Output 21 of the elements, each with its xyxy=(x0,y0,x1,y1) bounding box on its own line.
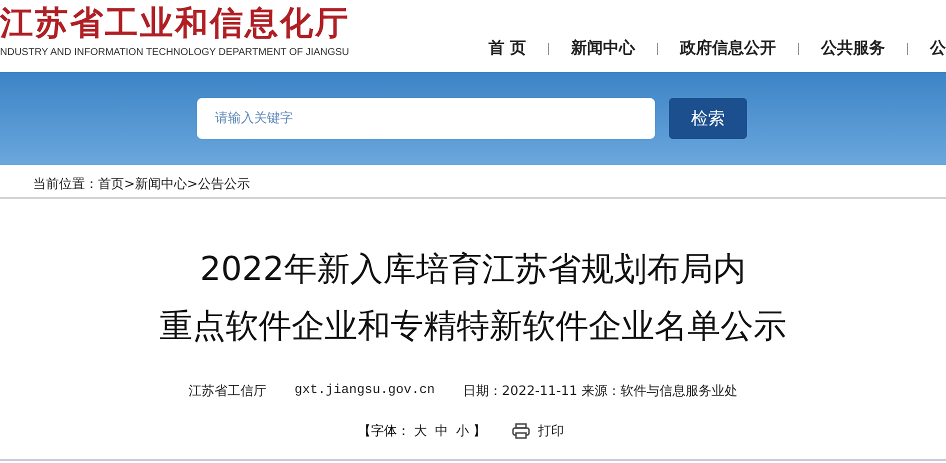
search-field[interactable]: 请输入关键字 xyxy=(197,98,655,139)
article-title: 2022年新入库培育江苏省规划布局内 xyxy=(199,248,747,290)
nav-link[interactable]: 公 xyxy=(930,38,946,59)
font-size-link[interactable]: 大 xyxy=(414,422,427,440)
search-button[interactable]: 检索 xyxy=(669,98,747,139)
print-link[interactable]: 打印 xyxy=(512,422,564,440)
article-title: 重点软件企业和专精特新软件企业名单公示 xyxy=(160,305,786,347)
logo-subtitle: NDUSTRY AND INFORMATION TECHNOLOGY DEPARTMENT OF JIANGSU xyxy=(0,47,350,58)
nav-link[interactable]: 公共服务 xyxy=(821,38,885,59)
date-source: 日期：2022-11-11 来源：软件与信息服务业处 xyxy=(462,383,738,400)
breadcrumb: 当前位置：首页>新闻中心>公告公示 xyxy=(33,177,250,192)
font-size-label: 【字体： xyxy=(358,423,410,440)
font-size-link[interactable]: 小 xyxy=(456,422,469,440)
bracket: 】 xyxy=(473,423,486,440)
nav-link[interactable]: 首 页 xyxy=(488,38,526,59)
printer-icon xyxy=(512,423,530,439)
site-address: gxt.jiangsu.gov.cn xyxy=(294,382,435,399)
nav-link[interactable]: 新闻中心 xyxy=(571,38,635,59)
font-size-link[interactable]: 中 xyxy=(435,422,448,440)
source-label: 江苏省工信厅 xyxy=(188,383,266,400)
nav-link[interactable]: 政府信息公开 xyxy=(680,38,776,59)
